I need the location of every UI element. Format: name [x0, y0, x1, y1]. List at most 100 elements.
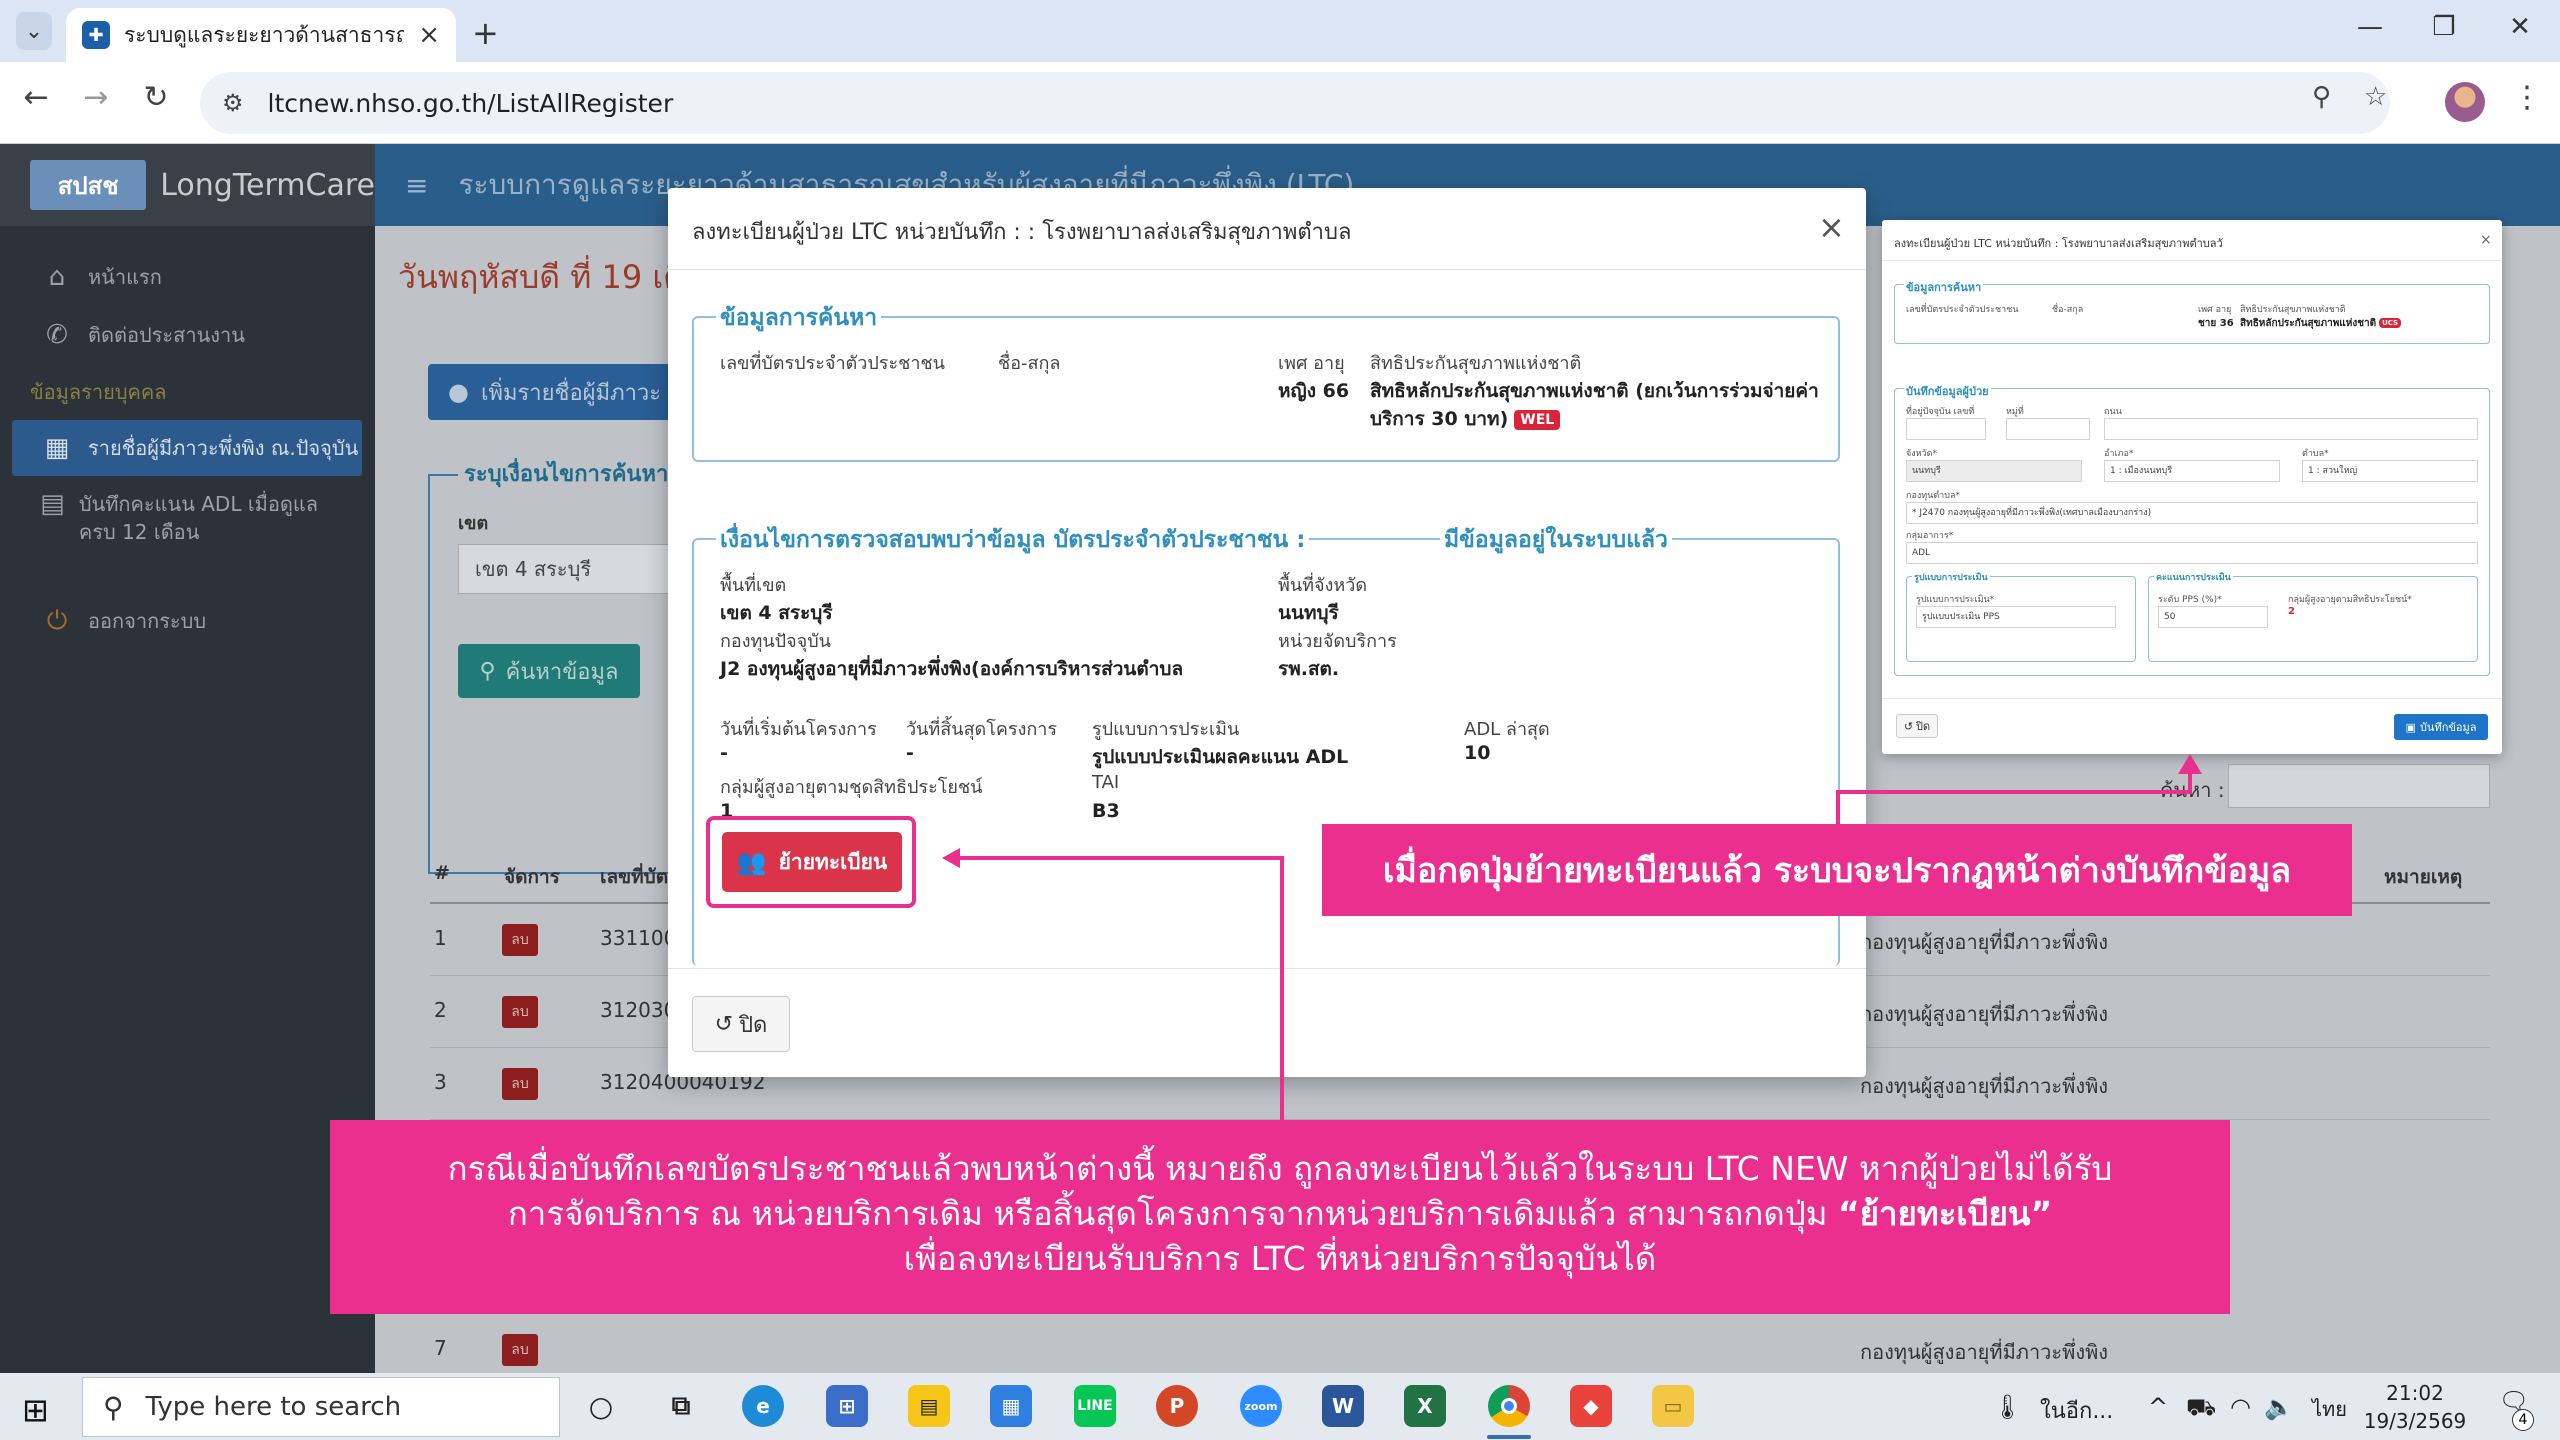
- annotation-line: เพื่อลงทะเบียนรับบริการ LTC ที่หน่วยบริก…: [903, 1239, 1657, 1278]
- preview-sex-age-label: เพศ อายุ: [2198, 305, 2232, 315]
- preview-eval-select[interactable]: รูปแบบประเมิน PPS: [1916, 606, 2116, 628]
- preview-road-input[interactable]: [2104, 418, 2478, 440]
- restore-icon[interactable]: ❐: [2424, 12, 2464, 42]
- sidebar-item-contact[interactable]: ✆ ติดต่อประสานงาน: [12, 312, 362, 358]
- preview-moo-input[interactable]: [2006, 418, 2090, 440]
- calendar-icon[interactable]: ▦: [990, 1385, 1032, 1427]
- site-settings-icon[interactable]: ⚙: [222, 89, 244, 117]
- adl-label: ADL ล่าสุด: [1464, 719, 1550, 740]
- delete-button[interactable]: ลบ: [502, 996, 538, 1028]
- sidebar-item-current-patients[interactable]: ▦ รายชื่อผู้มีภาวะพึ่งพิง ณ.ปัจจุบัน: [12, 420, 362, 476]
- new-tab-icon[interactable]: +: [472, 14, 499, 52]
- excel-icon[interactable]: X: [1404, 1385, 1446, 1427]
- sidebar-item-logout[interactable]: ⏻ ออกจากระบบ: [12, 598, 362, 644]
- preview-title: ลงทะเบียนผู้ป่วย LTC หน่วยบันทึก : โรงพย…: [1894, 237, 2223, 250]
- row-number: 3: [434, 1070, 447, 1094]
- region-select[interactable]: เขต 4 สระบุรี: [458, 544, 673, 594]
- preview-district-select[interactable]: 1 : เมืองนนทบุรี: [2104, 460, 2280, 482]
- preview-province-select[interactable]: นนทบุรี: [1906, 460, 2082, 482]
- browser-menu-icon[interactable]: ⋮: [2512, 80, 2542, 115]
- edge-icon[interactable]: e: [742, 1385, 784, 1427]
- chrome-icon[interactable]: [1488, 1385, 1530, 1427]
- forward-icon[interactable]: →: [74, 80, 118, 115]
- delete-button[interactable]: ลบ: [502, 1068, 538, 1100]
- connector-line: [952, 856, 1284, 860]
- preview-fund-label: กองทุนตำบล*: [1906, 491, 1960, 501]
- adl-value: 10: [1464, 742, 1491, 764]
- right-label: สิทธิประกันสุขภาพแห่งชาติ: [1370, 353, 1582, 374]
- profile-avatar[interactable]: [2445, 82, 2485, 122]
- sidebar-section-header: ข้อมูลรายบุคคล: [30, 380, 167, 404]
- brand-name: LongTermCare: [160, 167, 375, 203]
- zoom-icon[interactable]: ⚲: [2312, 82, 2331, 112]
- table-search-input[interactable]: [2228, 764, 2490, 808]
- preview-fund-select[interactable]: * J2470 กองทุนผู้สูงอายุที่มีภาวะพึ่งพิง…: [1906, 502, 2478, 524]
- volume-icon[interactable]: 🔈: [2264, 1393, 2294, 1421]
- add-patient-button[interactable]: ● เพิ่มรายชื่อผู้มีภาวะ: [428, 364, 678, 420]
- annotation-callout-bottom: กรณีเมื่อบันทึกเลขบัตรประชาชนแล้วพบหน้าต…: [330, 1120, 2230, 1314]
- minimize-icon[interactable]: —: [2350, 12, 2390, 42]
- weather-text[interactable]: ในอีก...: [2040, 1393, 2113, 1428]
- column-header[interactable]: จัดการ: [504, 862, 560, 892]
- preview-name-label: ชื่อ-สกุล: [2052, 305, 2084, 315]
- modal-close-button[interactable]: ↺ ปิด: [692, 996, 790, 1052]
- column-header[interactable]: เลขที่บัต: [600, 862, 668, 892]
- column-header[interactable]: #: [434, 862, 450, 884]
- word-icon[interactable]: W: [1322, 1385, 1364, 1427]
- row-number: 1: [434, 926, 447, 950]
- sticky-notes-icon[interactable]: ▤: [908, 1385, 950, 1427]
- preview-pps-select[interactable]: 50: [2158, 606, 2268, 628]
- back-icon[interactable]: ←: [14, 80, 58, 115]
- preview-close-label: ปิด: [1916, 720, 1931, 733]
- delete-button[interactable]: ลบ: [502, 1334, 538, 1366]
- powerpoint-icon[interactable]: P: [1156, 1385, 1198, 1427]
- reload-icon[interactable]: ↻: [134, 80, 178, 115]
- url-text[interactable]: ltcnew.nhso.go.th/ListAllRegister: [268, 89, 674, 118]
- windows-start-icon[interactable]: ⊞: [22, 1391, 49, 1429]
- row-pid: 312030: [600, 998, 677, 1022]
- preview-patient-legend: บันทึกข้อมูลผู้ป่วย: [1904, 382, 1991, 400]
- browser-tab[interactable]: ✚ ระบบดูแลระยะยาวด้านสาธารณสุขสำ ×: [66, 8, 456, 62]
- wifi-icon[interactable]: ◠: [2230, 1393, 2251, 1421]
- zoom-app-icon[interactable]: zoom: [1240, 1385, 1282, 1427]
- omnibox[interactable]: ⚙ ltcnew.nhso.go.th/ListAllRegister: [200, 72, 2390, 134]
- bookmark-star-icon[interactable]: ☆: [2364, 82, 2387, 112]
- taskbar-search-placeholder: Type here to search: [145, 1392, 402, 1422]
- network-device-icon[interactable]: ⛟: [2186, 1393, 2216, 1424]
- grid-icon: ▦: [44, 433, 70, 463]
- taskbar-search[interactable]: ⚲ Type here to search: [82, 1377, 560, 1437]
- delete-button[interactable]: ลบ: [502, 924, 538, 956]
- task-view-icon[interactable]: ⧉: [660, 1385, 702, 1427]
- sidebar-item-label: บันทึกคะแนน ADL เมื่อดูแลครบ 12 เดือน: [78, 492, 318, 544]
- sidebar-item-home[interactable]: ⌂ หน้าแรก: [12, 254, 362, 300]
- tab-close-icon[interactable]: ×: [418, 20, 440, 50]
- preview-right-badge: UCS: [2379, 318, 2402, 328]
- anydesk-icon[interactable]: ◆: [1570, 1385, 1612, 1427]
- preview-close-button[interactable]: ↺ ปิด: [1896, 714, 1938, 738]
- connector-line: [1836, 790, 2192, 794]
- preview-house-input[interactable]: [1906, 418, 1986, 440]
- preview-right-value: สิทธิหลักประกันสุขภาพแห่งชาติ UCS: [2240, 316, 2402, 331]
- unit-label: หน่วยจัดบริการ: [1278, 631, 1397, 652]
- file-explorer-icon[interactable]: ▭: [1652, 1385, 1694, 1427]
- cortana-icon[interactable]: ○: [580, 1385, 622, 1427]
- search-data-button[interactable]: ⚲ ค้นหาข้อมูล: [458, 644, 640, 698]
- move-registration-button[interactable]: 👥 ย้ายทะเบียน: [722, 832, 902, 892]
- clock[interactable]: 21:02 19/3/2569: [2340, 1379, 2490, 1435]
- hamburger-icon[interactable]: ≡: [405, 169, 428, 202]
- modal-close-icon[interactable]: ×: [1818, 208, 1845, 246]
- line-icon[interactable]: LINE: [1074, 1385, 1116, 1427]
- add-patient-label: เพิ่มรายชื่อผู้มีภาวะ: [480, 380, 662, 406]
- store-icon[interactable]: ⊞: [826, 1385, 868, 1427]
- column-header[interactable]: หมายเหตุ: [2384, 862, 2462, 892]
- weather-icon[interactable]: 🌡: [1992, 1393, 2022, 1421]
- window-close-icon[interactable]: ✕: [2500, 12, 2540, 42]
- preview-subdistrict-select[interactable]: 1 : สวนใหญ่: [2302, 460, 2478, 482]
- preview-close-icon[interactable]: ×: [2480, 232, 2492, 248]
- brand[interactable]: สปสช LongTermCare: [0, 144, 375, 226]
- tray-expand-icon[interactable]: ^: [2148, 1393, 2168, 1421]
- preview-save-button[interactable]: ▣ บันทึกข้อมูล: [2394, 714, 2488, 740]
- preview-disease-select[interactable]: ADL: [1906, 542, 2478, 564]
- sidebar-item-adl[interactable]: ▤ บันทึกคะแนน ADL เมื่อดูแลครบ 12 เดือน: [12, 490, 342, 560]
- tab-search-button[interactable]: ⌄: [16, 12, 52, 50]
